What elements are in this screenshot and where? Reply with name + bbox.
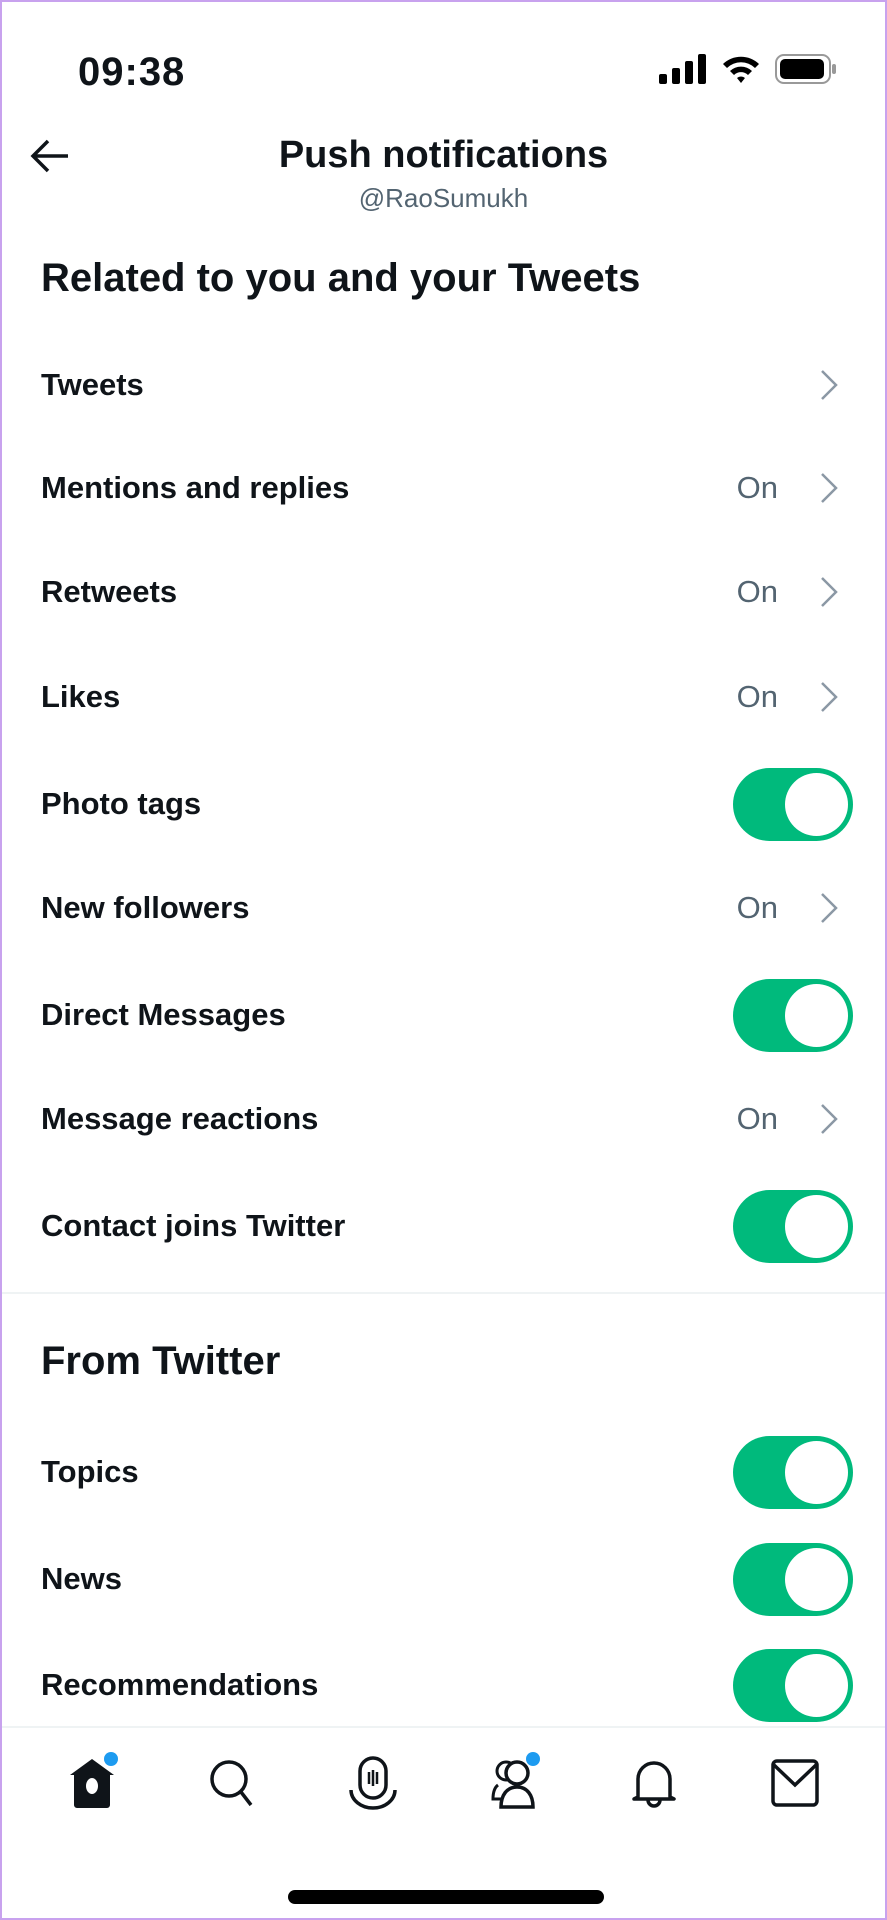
setting-label: Photo tags bbox=[41, 786, 202, 821]
status-time: 09:38 bbox=[78, 50, 186, 94]
toggle-switch[interactable] bbox=[733, 767, 853, 841]
wifi-icon bbox=[723, 56, 759, 83]
setting-row-mentions-and-replies[interactable]: Mentions and replies On bbox=[2, 443, 885, 533]
setting-label: Recommendations bbox=[41, 1667, 319, 1702]
status-icons bbox=[659, 54, 837, 84]
nav-search[interactable] bbox=[183, 1728, 283, 1838]
nav-home[interactable] bbox=[42, 1728, 142, 1838]
setting-value: On bbox=[736, 679, 778, 714]
chevron-right-icon bbox=[821, 893, 838, 923]
setting-label: Likes bbox=[41, 679, 121, 714]
mail-icon bbox=[771, 1759, 819, 1807]
setting-label: Topics bbox=[41, 1454, 139, 1489]
bottom-nav bbox=[2, 1726, 885, 1846]
setting-value: On bbox=[736, 890, 778, 925]
setting-label: Direct Messages bbox=[41, 997, 286, 1032]
toggle-knob bbox=[785, 1194, 848, 1258]
setting-value: On bbox=[736, 574, 778, 609]
chevron-right-icon bbox=[821, 577, 838, 607]
toggle-switch[interactable] bbox=[733, 978, 853, 1052]
section-heading-related: Related to you and your Tweets bbox=[41, 256, 641, 300]
setting-label: Contact joins Twitter bbox=[41, 1208, 346, 1243]
setting-label: Retweets bbox=[41, 574, 178, 609]
section-heading-from-twitter: From Twitter bbox=[41, 1339, 281, 1383]
toggle-switch[interactable] bbox=[733, 1189, 853, 1263]
toggle-switch[interactable] bbox=[733, 1435, 853, 1509]
setting-row-retweets[interactable]: Retweets On bbox=[2, 547, 885, 637]
chevron-right-icon bbox=[821, 1104, 838, 1134]
setting-label: Mentions and replies bbox=[41, 470, 350, 505]
setting-label: New followers bbox=[41, 890, 250, 925]
chevron-right-icon bbox=[821, 473, 838, 503]
setting-row-direct-messages[interactable]: Direct Messages bbox=[2, 970, 885, 1060]
nav-messages[interactable] bbox=[745, 1728, 845, 1838]
spaces-icon bbox=[349, 1756, 397, 1810]
bell-icon bbox=[632, 1761, 676, 1808]
setting-row-photo-tags[interactable]: Photo tags bbox=[2, 759, 885, 849]
signal-icon bbox=[659, 54, 706, 84]
page-title: Push notifications bbox=[278, 134, 609, 176]
setting-label: Message reactions bbox=[41, 1101, 319, 1136]
setting-label: News bbox=[41, 1561, 122, 1596]
home-indicator[interactable] bbox=[288, 1890, 604, 1904]
badge-dot bbox=[525, 1752, 540, 1766]
battery-icon bbox=[775, 54, 836, 84]
setting-row-recommendations[interactable]: Recommendations bbox=[2, 1640, 885, 1730]
chevron-right-icon bbox=[821, 682, 838, 712]
setting-row-likes[interactable]: Likes On bbox=[2, 652, 885, 742]
setting-row-new-followers[interactable]: New followers On bbox=[2, 863, 885, 953]
toggle-switch[interactable] bbox=[733, 1648, 853, 1722]
chevron-right-icon bbox=[821, 370, 838, 400]
nav-communities[interactable] bbox=[464, 1728, 564, 1838]
nav-notifications[interactable] bbox=[604, 1728, 704, 1838]
setting-row-message-reactions[interactable]: Message reactions On bbox=[2, 1074, 885, 1164]
toggle-knob bbox=[785, 772, 848, 836]
section-divider bbox=[2, 1292, 885, 1294]
toggle-knob bbox=[785, 983, 848, 1047]
toggle-knob bbox=[785, 1440, 848, 1504]
account-handle: @RaoSumukh bbox=[358, 183, 529, 213]
setting-row-tweets[interactable]: Tweets bbox=[2, 340, 885, 430]
setting-label: Tweets bbox=[41, 367, 144, 402]
search-icon bbox=[210, 1760, 253, 1807]
toggle-knob bbox=[785, 1653, 848, 1717]
setting-row-topics[interactable]: Topics bbox=[2, 1427, 885, 1517]
toggle-switch[interactable] bbox=[733, 1542, 853, 1616]
setting-value: On bbox=[736, 470, 778, 505]
setting-row-contact-joins-twitter[interactable]: Contact joins Twitter bbox=[2, 1181, 885, 1271]
setting-row-news[interactable]: News bbox=[2, 1534, 885, 1624]
setting-value: On bbox=[736, 1101, 778, 1136]
nav-spaces[interactable] bbox=[323, 1728, 423, 1838]
toggle-knob bbox=[785, 1547, 848, 1611]
